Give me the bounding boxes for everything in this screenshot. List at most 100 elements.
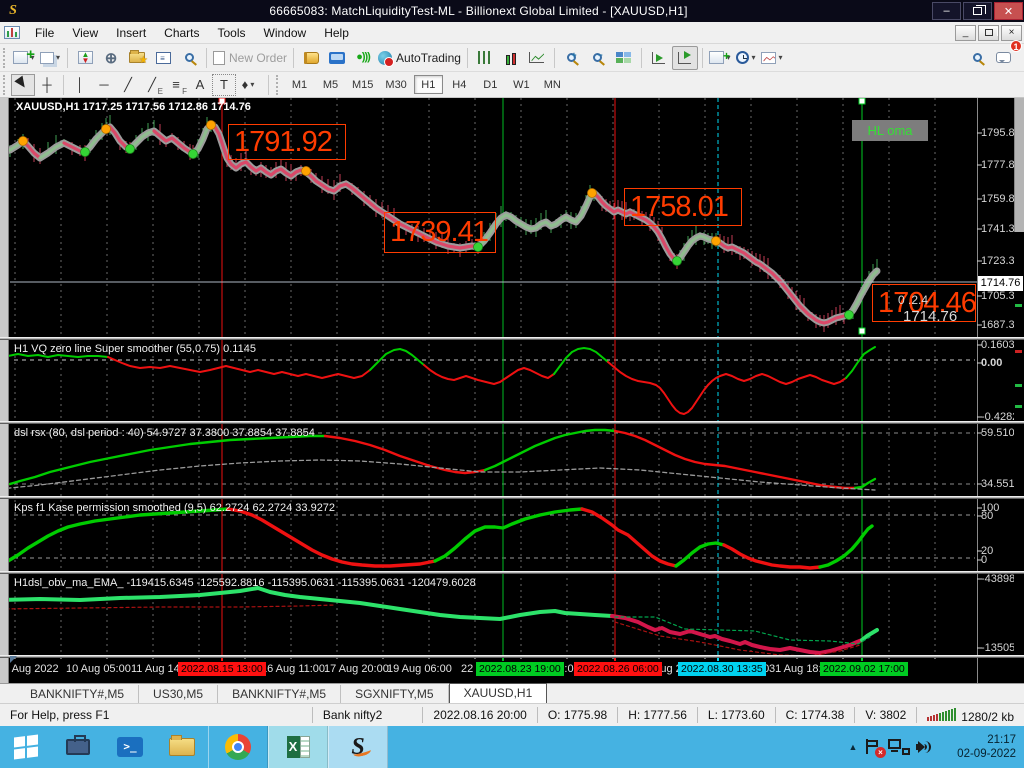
strategy-tester-button[interactable] [176,46,202,70]
chart-tab-sgxnifty-m5[interactable]: SGXNIFTY,M5 [341,685,449,703]
menu-window[interactable]: Window [255,24,316,42]
text-label-tool[interactable]: T [212,73,236,96]
new-chart-button[interactable]: + ▾ [11,46,37,70]
close-button[interactable]: ✕ [994,2,1023,20]
zoom-in-button[interactable]: + [559,46,585,70]
network-button[interactable] [886,726,912,768]
chart-tab-banknifty-m5[interactable]: BANKNIFTY#,M5 [16,685,140,703]
timeframe-D1[interactable]: D1 [476,75,505,94]
pane-separator[interactable] [0,496,1024,499]
file-explorer-button[interactable] [156,726,208,768]
network-icon [887,738,911,756]
tray-expand-icon[interactable]: ▲ [844,742,862,752]
child-minimize-button[interactable]: _ [955,24,976,41]
crosshair-tool[interactable]: ┼ [35,74,59,96]
price-callout[interactable]: 1791.92 [228,124,346,160]
fibonacci-tool[interactable]: ≡ F [164,74,188,96]
pane-separator[interactable] [0,655,1024,658]
trading-app-button[interactable]: S [328,726,388,768]
menu-help[interactable]: Help [315,24,358,42]
cursor-tool[interactable] [11,73,35,96]
start-button[interactable] [0,726,52,768]
powershell-button[interactable]: >_ [104,726,156,768]
template-icon [761,51,777,64]
templates-button[interactable]: ▾ [759,46,785,70]
toolbar-grip[interactable] [3,47,8,68]
trendline-tool[interactable]: ╱ [116,74,140,96]
new-order-label: New Order [229,50,288,65]
hl-oma-label[interactable]: HL oma [852,120,928,141]
date-axis[interactable]: 8 Aug 2022 10 Aug 05:00 11 Aug 14:0 16 Aug … [0,655,977,683]
periods-button[interactable]: ▾ [733,46,759,70]
market-watch-button[interactable]: ▲ ▼ [72,46,98,70]
line-chart-button[interactable] [524,46,550,70]
timeframe-M15[interactable]: M15 [347,75,378,94]
signals-button[interactable]: ●))) [350,46,376,70]
server-manager-button[interactable] [52,726,104,768]
menu-file[interactable]: File [26,24,63,42]
horizontal-line-tool[interactable]: ─ [92,74,116,96]
chat-button[interactable]: 1 [990,39,1022,70]
text-tool[interactable]: A [188,74,212,96]
data-window-button[interactable]: ⊕ [98,46,124,70]
windows-logo-icon [14,734,38,760]
action-center-button[interactable]: × [862,726,886,768]
timeframe-M1[interactable]: M1 [285,75,314,94]
chart-tab-xauusd-h1[interactable]: XAUUSD,H1 [448,683,548,703]
tile-windows-button[interactable] [611,46,637,70]
timeframe-W1[interactable]: W1 [507,75,536,94]
child-restore-button[interactable] [978,24,999,41]
chrome-button[interactable] [208,726,268,768]
restore-button[interactable] [963,2,992,20]
chart-tab-banknifty-m5[interactable]: BANKNIFTY#,M5 [218,685,342,703]
vps-button[interactable] [324,46,350,70]
excel-button[interactable]: X [268,726,328,768]
scale-label: 80 [981,510,994,522]
timeframe-M30[interactable]: M30 [380,75,411,94]
zoom-out-button[interactable]: − [585,46,611,70]
menu-insert[interactable]: Insert [107,24,155,42]
clock-time: 21:17 [987,734,1016,746]
timeframe-H1[interactable]: H1 [413,75,443,94]
auto-scroll-button[interactable] [646,46,672,70]
menu-tools[interactable]: Tools [209,24,255,42]
candlestick-button[interactable] [498,46,524,70]
timeframe-H4[interactable]: H4 [445,75,474,94]
terminal-button[interactable]: ≡ [150,46,176,70]
child-close-button[interactable]: × [1001,24,1022,41]
chart-shift-button[interactable] [671,45,698,70]
minimize-button[interactable]: – [932,2,961,20]
chart-area[interactable]: XAUUSD,H1 1717.25 1717.56 1712.86 1714.7… [0,98,1024,683]
profiles-button[interactable]: ▾ [37,46,63,70]
arrows-tool[interactable]: ♦ ▾ [236,74,260,96]
menu-view[interactable]: View [63,24,107,42]
menu-charts[interactable]: Charts [155,24,208,42]
pane-separator[interactable] [0,421,1024,424]
timeframe-group: M1 M5 M15 M30 H1 H4 D1 W1 MN [284,75,568,94]
indicators-button[interactable]: + ▾ [707,46,733,70]
chart-tab-us30-m5[interactable]: US30,M5 [139,685,219,703]
search-button[interactable] [964,46,990,70]
status-low: L: 1773.60 [696,707,775,723]
metaeditor-button[interactable] [298,46,324,70]
navigator-button[interactable]: ★ [124,46,150,70]
timeframe-MN[interactable]: MN [538,75,567,94]
pane-separator[interactable] [0,337,1024,340]
price-callout[interactable]: 1739.41 [384,212,496,253]
price-callout[interactable]: 1758.01 [624,188,742,226]
taskbar-clock[interactable]: 21:17 02-09-2022 [940,733,1024,761]
volume-button[interactable] [912,726,940,768]
edge-speck [1015,405,1022,408]
timeframe-M5[interactable]: M5 [316,75,345,94]
toolbar-grip3[interactable] [276,74,281,95]
date-label: 16 Aug 11:00 [261,663,326,675]
vertical-line-tool[interactable]: │ [68,74,92,96]
autotrading-button[interactable]: AutoTrading [376,46,463,70]
toolbar-grip2[interactable] [3,74,8,95]
child-restore-icon [984,27,998,36]
status-profile: Bank nifty2 [311,707,422,723]
new-order-button[interactable]: New Order [211,46,289,70]
channel-tool[interactable]: ╱ E [140,74,164,96]
bar-chart-button[interactable] [472,46,498,70]
pane-separator[interactable] [0,571,1024,574]
